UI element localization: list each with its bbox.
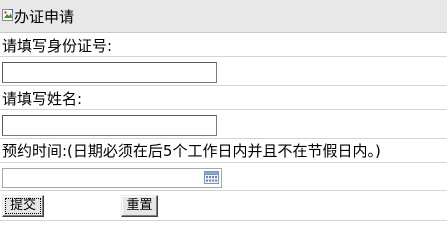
row-divider — [0, 109, 447, 110]
page-title: 办证申请 — [14, 8, 75, 26]
calendar-icon[interactable] — [204, 171, 219, 184]
id-number-input[interactable] — [2, 62, 217, 83]
appointment-date-label: 预约时间:(日期必须在后5个工作日内并且不在节假日内。) — [2, 142, 381, 160]
row-divider — [0, 138, 447, 139]
application-page: 办证申请 请填写身份证号: 请填写姓名: 预约时间:(日期必须在后5个工作日内并… — [0, 0, 447, 240]
row-divider — [0, 162, 447, 163]
row-divider — [0, 85, 447, 86]
reset-button[interactable]: 重置 — [121, 195, 158, 217]
row-divider — [0, 220, 447, 221]
row-divider — [0, 56, 447, 57]
id-number-label: 请填写身份证号: — [2, 37, 113, 55]
row-divider — [0, 190, 447, 191]
header-bar: 办证申请 — [0, 0, 447, 33]
appointment-date-input[interactable] — [3, 169, 201, 187]
name-label: 请填写姓名: — [2, 90, 83, 108]
submit-button[interactable]: 提交 — [2, 195, 44, 217]
appointment-date-field — [2, 168, 222, 188]
name-input[interactable] — [2, 115, 217, 136]
broken-image-icon — [2, 9, 13, 21]
